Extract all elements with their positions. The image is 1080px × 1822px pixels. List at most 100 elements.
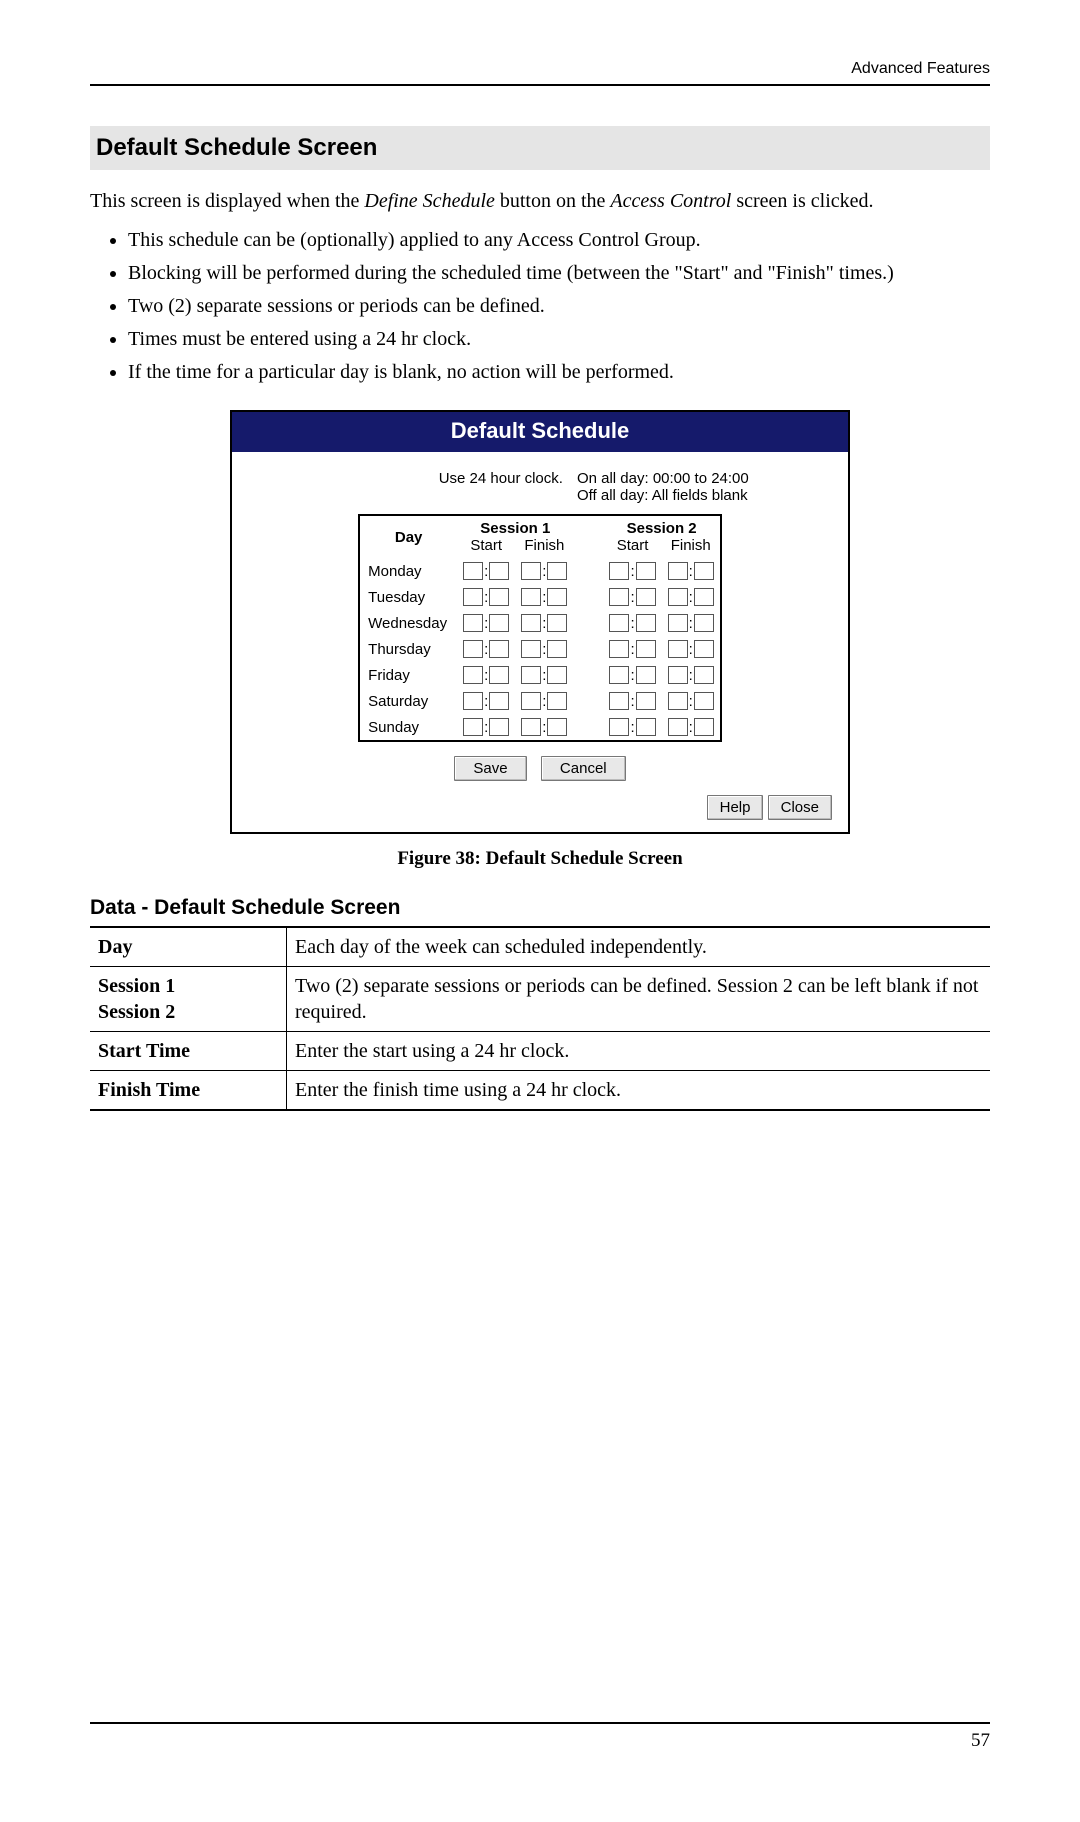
time-input[interactable] bbox=[694, 588, 714, 606]
time-input[interactable] bbox=[463, 562, 483, 580]
time-input[interactable] bbox=[668, 666, 688, 684]
time-input[interactable] bbox=[668, 692, 688, 710]
time-input[interactable] bbox=[694, 666, 714, 684]
time-input[interactable] bbox=[489, 692, 509, 710]
time-input[interactable] bbox=[547, 640, 567, 658]
data-label: Session 1Session 2 bbox=[90, 967, 287, 1032]
time-input[interactable] bbox=[636, 588, 656, 606]
time-input[interactable] bbox=[463, 640, 483, 658]
window-title: Default Schedule bbox=[232, 412, 848, 452]
intro-text: button on the bbox=[495, 190, 611, 212]
default-schedule-window: Default Schedule Use 24 hour clock. On a… bbox=[230, 410, 850, 834]
time-input[interactable] bbox=[694, 640, 714, 658]
time-input[interactable] bbox=[521, 562, 541, 580]
time-input[interactable] bbox=[521, 588, 541, 606]
time-input[interactable] bbox=[489, 718, 509, 736]
time-input[interactable] bbox=[694, 692, 714, 710]
time-input[interactable] bbox=[463, 666, 483, 684]
time-input[interactable] bbox=[521, 666, 541, 684]
time-input[interactable] bbox=[609, 692, 629, 710]
time-input[interactable] bbox=[547, 614, 567, 632]
data-desc: Two (2) separate sessions or periods can… bbox=[287, 967, 991, 1032]
time-input[interactable] bbox=[668, 614, 688, 632]
data-label: Finish Time bbox=[90, 1071, 287, 1111]
intro-paragraph: This screen is displayed when the Define… bbox=[90, 188, 990, 215]
page-number: 57 bbox=[90, 1730, 990, 1752]
time-input[interactable] bbox=[636, 614, 656, 632]
time-input[interactable] bbox=[521, 718, 541, 736]
col-day: Day bbox=[359, 515, 457, 558]
schedule-row: Monday:::: bbox=[359, 558, 721, 584]
col-start: Start bbox=[603, 537, 661, 558]
time-input[interactable] bbox=[694, 614, 714, 632]
time-input[interactable] bbox=[547, 666, 567, 684]
data-desc: Each day of the week can scheduled indep… bbox=[287, 927, 991, 967]
day-label: Friday bbox=[359, 662, 457, 688]
intro-em-2: Access Control bbox=[610, 190, 731, 212]
time-input[interactable] bbox=[489, 666, 509, 684]
time-input[interactable] bbox=[547, 562, 567, 580]
intro-text: screen is clicked. bbox=[731, 190, 873, 212]
time-input[interactable] bbox=[636, 666, 656, 684]
hint-off-all-day: Off all day: All fields blank bbox=[577, 487, 848, 504]
close-button[interactable]: Close bbox=[768, 795, 832, 820]
time-input[interactable] bbox=[609, 718, 629, 736]
day-label: Saturday bbox=[359, 688, 457, 714]
time-input[interactable] bbox=[463, 718, 483, 736]
day-label: Thursday bbox=[359, 636, 457, 662]
time-input[interactable] bbox=[636, 718, 656, 736]
save-button[interactable]: Save bbox=[454, 756, 526, 781]
intro-bullets: This schedule can be (optionally) applie… bbox=[90, 227, 990, 386]
time-input[interactable] bbox=[636, 562, 656, 580]
hint-on-all-day: On all day: 00:00 to 24:00 bbox=[577, 470, 848, 487]
time-input[interactable] bbox=[521, 692, 541, 710]
time-input[interactable] bbox=[547, 718, 567, 736]
time-input[interactable] bbox=[547, 588, 567, 606]
time-input[interactable] bbox=[668, 588, 688, 606]
time-input[interactable] bbox=[463, 614, 483, 632]
help-button[interactable]: Help bbox=[707, 795, 764, 820]
time-input[interactable] bbox=[609, 614, 629, 632]
schedule-row: Saturday:::: bbox=[359, 688, 721, 714]
header-rule bbox=[90, 84, 990, 86]
day-label: Monday bbox=[359, 558, 457, 584]
table-row: Start TimeEnter the start using a 24 hr … bbox=[90, 1032, 990, 1071]
time-input[interactable] bbox=[609, 666, 629, 684]
hint-24hr: Use 24 hour clock. bbox=[232, 470, 577, 487]
time-input[interactable] bbox=[609, 588, 629, 606]
time-input[interactable] bbox=[463, 588, 483, 606]
bullet-item: Two (2) separate sessions or periods can… bbox=[128, 293, 990, 320]
time-input[interactable] bbox=[521, 614, 541, 632]
time-input[interactable] bbox=[609, 640, 629, 658]
data-label: Start Time bbox=[90, 1032, 287, 1071]
header-section: Advanced Features bbox=[90, 60, 990, 84]
time-input[interactable] bbox=[668, 562, 688, 580]
bullet-item: This schedule can be (optionally) applie… bbox=[128, 227, 990, 254]
intro-em-1: Define Schedule bbox=[364, 190, 495, 212]
col-session1: Session 1 bbox=[457, 515, 573, 537]
time-input[interactable] bbox=[463, 692, 483, 710]
time-input[interactable] bbox=[609, 562, 629, 580]
day-label: Wednesday bbox=[359, 610, 457, 636]
time-input[interactable] bbox=[668, 718, 688, 736]
time-input[interactable] bbox=[489, 640, 509, 658]
bullet-item: Blocking will be performed during the sc… bbox=[128, 260, 990, 287]
time-input[interactable] bbox=[521, 640, 541, 658]
schedule-table: Day Session 1 Session 2 Start Finish Sta… bbox=[358, 514, 722, 742]
time-input[interactable] bbox=[636, 692, 656, 710]
time-input[interactable] bbox=[547, 692, 567, 710]
time-input[interactable] bbox=[489, 614, 509, 632]
data-desc: Enter the finish time using a 24 hr cloc… bbox=[287, 1071, 991, 1111]
time-input[interactable] bbox=[668, 640, 688, 658]
time-input[interactable] bbox=[694, 718, 714, 736]
data-desc: Enter the start using a 24 hr clock. bbox=[287, 1032, 991, 1071]
figure-caption: Figure 38: Default Schedule Screen bbox=[90, 848, 990, 870]
section-title: Default Schedule Screen bbox=[90, 126, 990, 170]
time-input[interactable] bbox=[489, 562, 509, 580]
time-input[interactable] bbox=[636, 640, 656, 658]
data-table: DayEach day of the week can scheduled in… bbox=[90, 926, 990, 1111]
cancel-button[interactable]: Cancel bbox=[541, 756, 626, 781]
schedule-row: Thursday:::: bbox=[359, 636, 721, 662]
time-input[interactable] bbox=[489, 588, 509, 606]
time-input[interactable] bbox=[694, 562, 714, 580]
